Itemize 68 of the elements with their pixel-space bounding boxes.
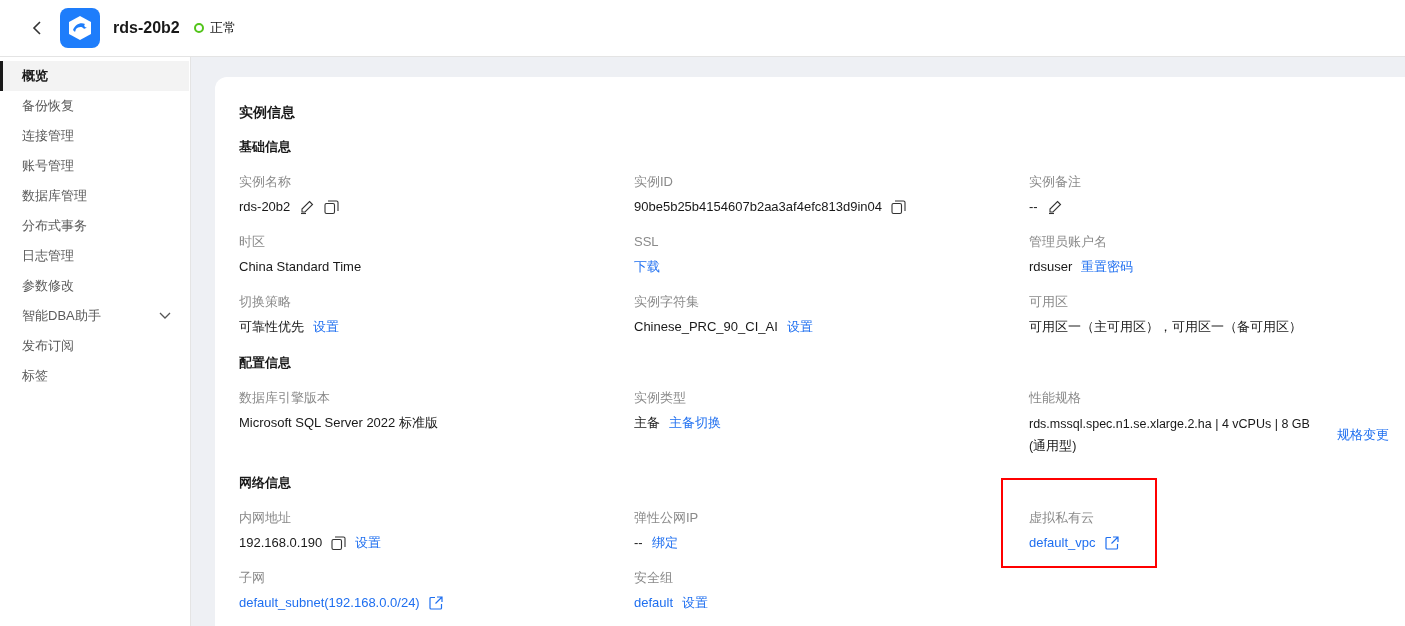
sidebar-item[interactable]: 分布式事务	[0, 211, 189, 241]
link[interactable]: 设置	[786, 317, 813, 337]
external-link-icon[interactable]	[428, 596, 443, 610]
field-label: 安全组	[634, 569, 674, 587]
field-value: rds.mssql.spec.n1.se.xlarge.2.ha | 4 vCPUs | 8 GB (通用型)	[1029, 416, 1311, 455]
field-value: --	[1029, 198, 1038, 216]
sidebar-item[interactable]: 发布订阅	[0, 331, 189, 361]
field-value: Chinese_PRC_90_CI_AI	[634, 318, 778, 336]
sidebar-item[interactable]: 账号管理	[0, 151, 189, 181]
status-label: 正常	[209, 19, 236, 37]
section-title: 网络信息	[239, 474, 292, 492]
field-label: 实例名称	[239, 173, 292, 191]
link[interactable]: default_subnet(192.168.0.0/24)	[239, 593, 420, 613]
link[interactable]: 规格变更	[1337, 425, 1389, 445]
sidebar-item[interactable]: 参数修改	[0, 271, 189, 301]
field-label: 内网地址	[239, 509, 292, 527]
field-label: 实例字符集	[634, 293, 700, 311]
link[interactable]: 重置密码	[1081, 257, 1134, 277]
field-label: 管理员账户名	[1029, 233, 1108, 251]
field-label: 性能规格	[1029, 389, 1082, 407]
instance-title: rds-20b2	[113, 19, 180, 37]
edit-icon[interactable]	[1046, 199, 1063, 215]
field-label: 可用区	[1029, 293, 1069, 311]
sidebar-item[interactable]: 标签	[0, 361, 189, 391]
link[interactable]: default	[634, 593, 674, 613]
copy-icon[interactable]	[331, 535, 347, 551]
field-label: 实例备注	[1029, 173, 1082, 191]
link[interactable]: 主备切换	[669, 413, 721, 433]
sidebar-item[interactable]: 数据库管理	[0, 181, 189, 211]
field-label: SSL	[634, 233, 660, 251]
field-value: Microsoft SQL Server 2022 标准版	[239, 414, 438, 432]
field-value: 可用区一（主可用区），可用区一（备可用区）	[1029, 318, 1302, 336]
field-label: 实例ID	[634, 173, 674, 191]
link[interactable]: 设置	[313, 317, 339, 337]
logo-icon	[60, 8, 100, 48]
field-value: China Standard Time	[239, 258, 362, 276]
sidebar-item[interactable]: 智能DBA助手	[0, 301, 189, 331]
sidebar-item[interactable]: 日志管理	[0, 241, 189, 271]
sidebar-item[interactable]: 备份恢复	[0, 91, 189, 121]
card-title: 实例信息	[239, 103, 296, 122]
field-value: 192.168.0.190	[239, 534, 323, 552]
field-label: 实例类型	[634, 389, 687, 407]
field-value: rds-20b2	[239, 198, 291, 216]
sidebar-item[interactable]: 概览	[0, 61, 189, 91]
back-icon[interactable]	[32, 21, 42, 35]
field-label: 切换策略	[239, 293, 292, 311]
edit-icon[interactable]	[299, 199, 316, 215]
field-label: 时区	[239, 233, 266, 251]
copy-icon[interactable]	[324, 199, 340, 215]
sidebar-item[interactable]: 连接管理	[0, 121, 189, 151]
link[interactable]: default_vpc	[1029, 533, 1096, 553]
field-label: 子网	[239, 569, 266, 587]
field-label: 弹性公网IP	[634, 509, 700, 527]
field-value: 可靠性优先	[239, 318, 304, 336]
link[interactable]: 下载	[634, 257, 660, 277]
field-label: 数据库引擎版本	[239, 389, 331, 407]
field-value: --	[634, 534, 643, 552]
field-value: rdsuser	[1029, 258, 1073, 276]
link[interactable]: 设置	[682, 593, 709, 613]
field-value: 主备	[634, 414, 660, 432]
section-title: 配置信息	[239, 354, 292, 372]
field-value: 90be5b25b4154607b2aa3af4efc813d9in04	[634, 198, 882, 216]
copy-icon[interactable]	[891, 199, 906, 215]
field-label: 虚拟私有云	[1029, 509, 1095, 527]
link[interactable]: 绑定	[651, 533, 678, 553]
section-title: 基础信息	[239, 138, 292, 156]
external-link-icon[interactable]	[1104, 536, 1119, 550]
link[interactable]: 设置	[355, 533, 382, 553]
